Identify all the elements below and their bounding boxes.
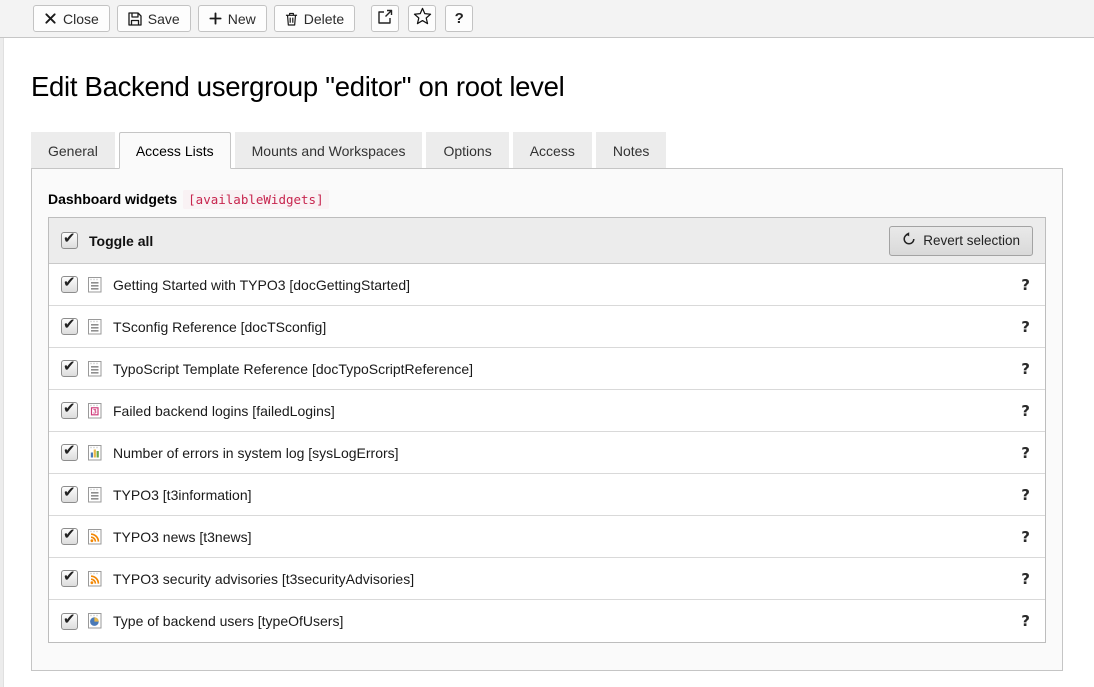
widget-row: Getting Started with TYPO3 [docGettingSt…: [49, 264, 1045, 306]
new-button[interactable]: New: [198, 5, 267, 32]
row-help-icon[interactable]: ?: [1018, 276, 1033, 294]
page-title: Edit Backend usergroup "editor" on root …: [31, 71, 1063, 103]
widget-label: TSconfig Reference [docTSconfig]: [113, 319, 326, 335]
field-key-code: [availableWidgets]: [183, 190, 328, 209]
barchart-widget-icon: [87, 445, 103, 461]
widget-list-header: Toggle all Revert selection: [49, 218, 1045, 264]
widget-row: Type of backend users [typeOfUsers] ?: [49, 600, 1045, 642]
number-widget-icon: 3: [87, 403, 103, 419]
close-button-label: Close: [63, 11, 99, 27]
toggle-all-checkbox[interactable]: [61, 232, 78, 249]
rss-widget-icon: [87, 571, 103, 587]
widget-row: TYPO3 security advisories [t3securityAdv…: [49, 558, 1045, 600]
new-button-label: New: [228, 11, 256, 27]
open-in-new-window-icon: [377, 9, 393, 29]
widget-row: Number of errors in system log [sysLogEr…: [49, 432, 1045, 474]
field-label: Dashboard widgets [availableWidgets]: [48, 191, 1046, 207]
widget-checkbox[interactable]: [61, 318, 78, 335]
row-help-icon[interactable]: ?: [1018, 360, 1033, 378]
rss-widget-icon: [87, 529, 103, 545]
save-button-label: Save: [148, 11, 180, 27]
row-help-icon[interactable]: ?: [1018, 528, 1033, 546]
tab-mounts-and-workspaces[interactable]: Mounts and Workspaces: [235, 132, 423, 168]
delete-button[interactable]: Delete: [274, 5, 355, 32]
widget-checkbox[interactable]: [61, 528, 78, 545]
row-help-icon[interactable]: ?: [1018, 444, 1033, 462]
revert-selection-label: Revert selection: [923, 233, 1020, 248]
widget-checkbox[interactable]: [61, 276, 78, 293]
trash-icon: [285, 12, 298, 26]
doc-widget-icon: [87, 487, 103, 503]
widget-checkbox[interactable]: [61, 360, 78, 377]
widget-checkbox[interactable]: [61, 486, 78, 503]
tab-options[interactable]: Options: [426, 132, 508, 168]
bookmark-star-icon: [413, 7, 432, 30]
plus-icon: [209, 12, 222, 25]
open-in-new-window-button[interactable]: [371, 5, 399, 32]
widget-label: TypoScript Template Reference [docTypoSc…: [113, 361, 473, 377]
widget-label: TYPO3 security advisories [t3securityAdv…: [113, 571, 414, 587]
widget-row: TypoScript Template Reference [docTypoSc…: [49, 348, 1045, 390]
save-icon: [128, 12, 142, 26]
widget-checkbox[interactable]: [61, 402, 78, 419]
widget-row: TYPO3 news [t3news] ?: [49, 516, 1045, 558]
widget-label: TYPO3 [t3information]: [113, 487, 252, 503]
tab-general[interactable]: General: [31, 132, 115, 168]
widget-label: Number of errors in system log [sysLogEr…: [113, 445, 399, 461]
module-body: Edit Backend usergroup "editor" on root …: [0, 71, 1094, 671]
bookmark-star-button[interactable]: [408, 5, 436, 32]
close-icon: [44, 12, 57, 25]
tab-bar: General Access Lists Mounts and Workspac…: [31, 132, 1063, 168]
row-help-icon[interactable]: ?: [1018, 570, 1033, 588]
widget-checkbox[interactable]: [61, 570, 78, 587]
toggle-all-label: Toggle all: [89, 233, 153, 249]
tab-notes[interactable]: Notes: [596, 132, 667, 168]
widget-rows: Getting Started with TYPO3 [docGettingSt…: [49, 264, 1045, 642]
widget-label: TYPO3 news [t3news]: [113, 529, 252, 545]
row-help-icon[interactable]: ?: [1018, 486, 1033, 504]
svg-text:3: 3: [93, 407, 97, 415]
doc-widget-icon: [87, 361, 103, 377]
revert-icon: [902, 232, 916, 249]
save-button[interactable]: Save: [117, 5, 191, 32]
widget-checkbox[interactable]: [61, 613, 78, 630]
row-help-icon[interactable]: ?: [1018, 402, 1033, 420]
tab-access[interactable]: Access: [513, 132, 592, 168]
doc-header-toolbar: Close Save New Delete: [0, 0, 1094, 38]
delete-button-label: Delete: [304, 11, 344, 27]
tab-access-lists[interactable]: Access Lists: [119, 132, 231, 169]
widget-row: 3 Failed backend logins [failedLogins] ?: [49, 390, 1045, 432]
widget-checkbox[interactable]: [61, 444, 78, 461]
widget-label: Type of backend users [typeOfUsers]: [113, 613, 343, 629]
pie-widget-icon: [87, 613, 103, 629]
field-label-text: Dashboard widgets: [48, 191, 177, 207]
tab-panel-access-lists: Dashboard widgets [availableWidgets] Togg…: [31, 168, 1063, 671]
row-help-icon[interactable]: ?: [1018, 318, 1033, 336]
module-left-edge: [0, 38, 4, 687]
widget-label: Failed backend logins [failedLogins]: [113, 403, 335, 419]
doc-widget-icon: [87, 319, 103, 335]
revert-selection-button[interactable]: Revert selection: [889, 226, 1033, 256]
widget-row: TSconfig Reference [docTSconfig] ?: [49, 306, 1045, 348]
close-button[interactable]: Close: [33, 5, 110, 32]
help-icon: ?: [455, 10, 464, 27]
widget-row: TYPO3 [t3information] ?: [49, 474, 1045, 516]
widget-list: Toggle all Revert selection Getting Star…: [48, 217, 1046, 643]
row-help-icon[interactable]: ?: [1018, 612, 1033, 630]
widget-label: Getting Started with TYPO3 [docGettingSt…: [113, 277, 410, 293]
doc-widget-icon: [87, 277, 103, 293]
help-button[interactable]: ?: [445, 5, 473, 32]
